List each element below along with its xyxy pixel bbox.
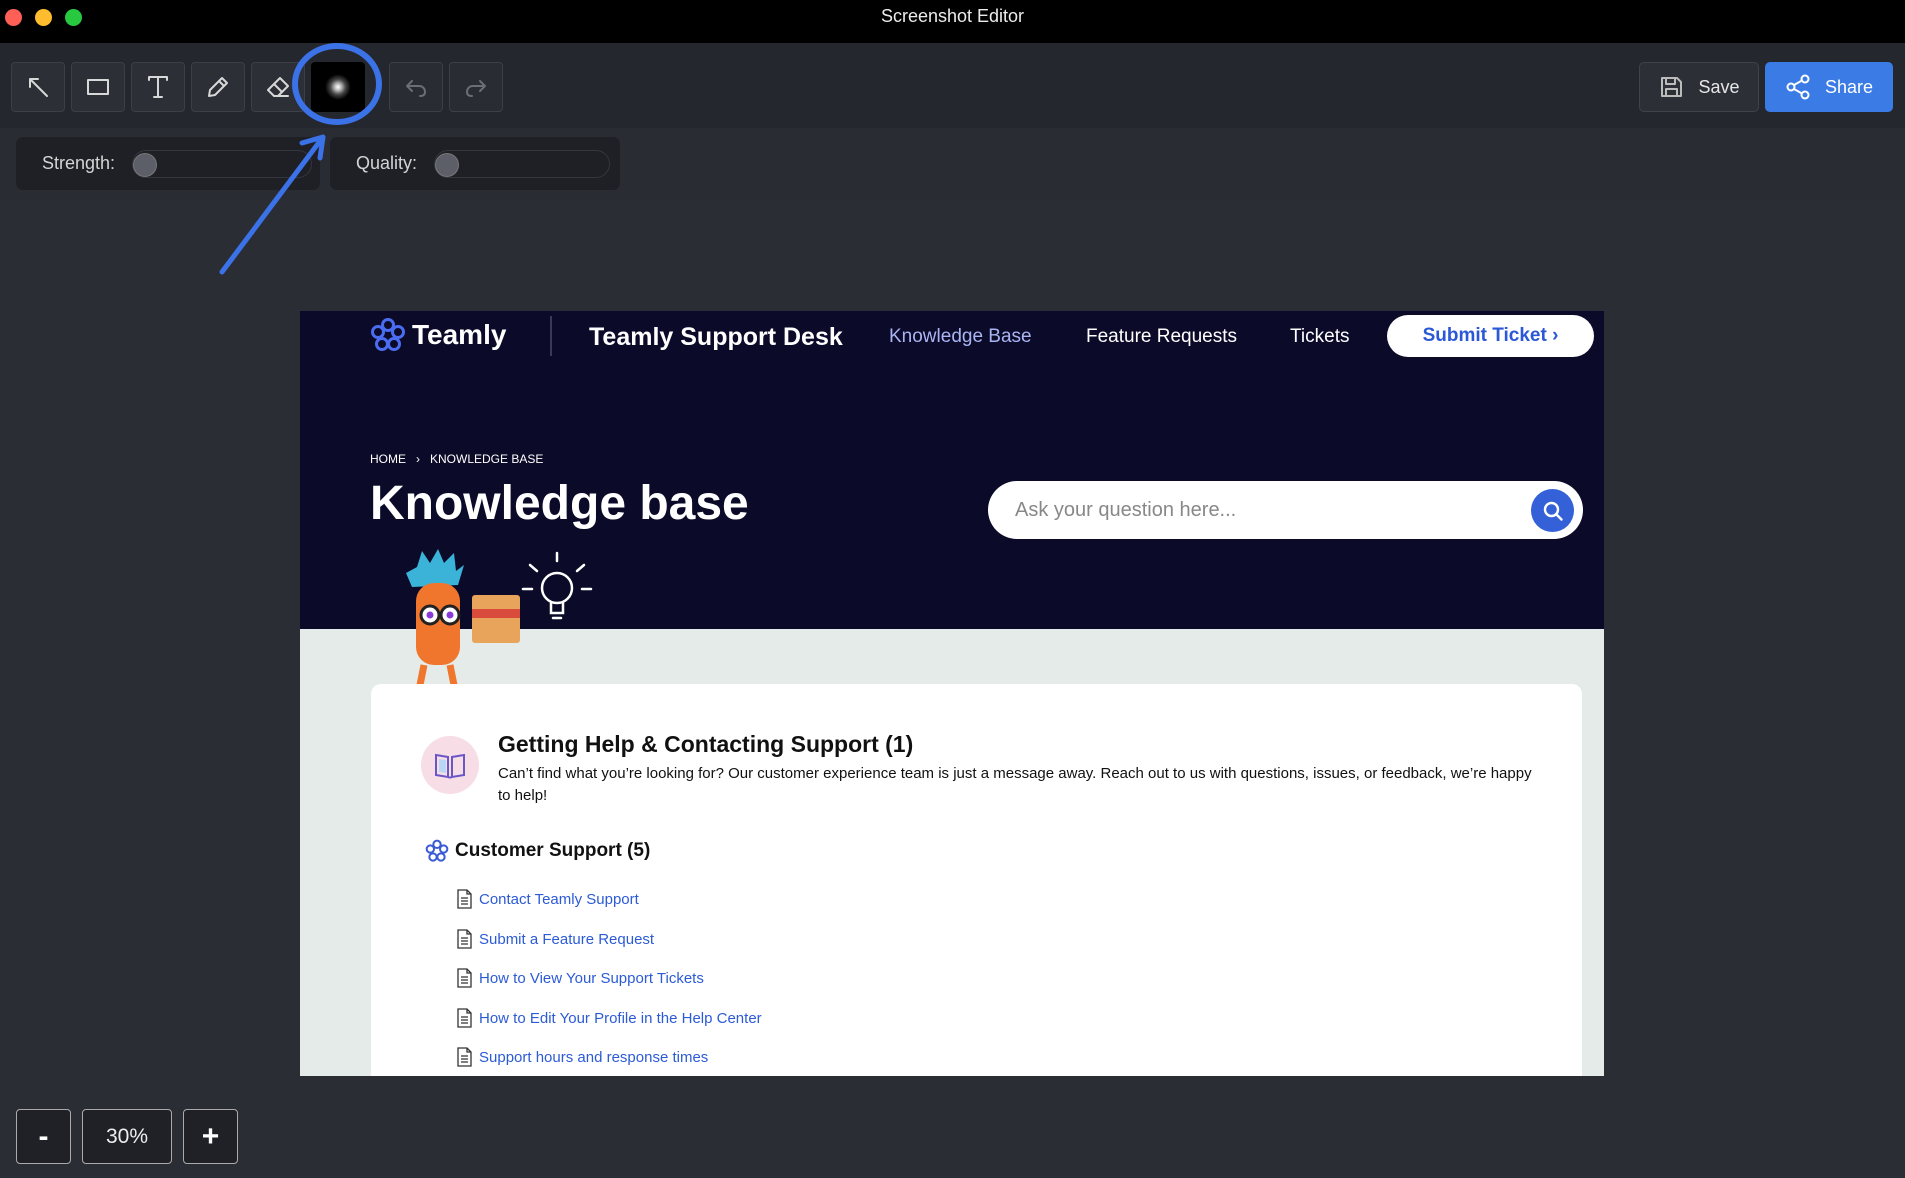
quality-slider[interactable] — [434, 150, 610, 178]
article-title: Submit a Feature Request — [479, 930, 655, 948]
eraser-icon — [267, 77, 289, 97]
breadcrumb-separator: › — [416, 452, 420, 466]
save-label: Save — [1698, 76, 1740, 97]
strength-slider[interactable] — [132, 150, 312, 178]
undo-icon — [406, 80, 426, 97]
redo-icon — [466, 80, 486, 97]
screenshot-canvas[interactable]: Teamly Teamly Support Desk Knowledge Bas… — [300, 311, 1604, 1076]
article-title: How to Edit Your Profile in the Help Cen… — [479, 1009, 762, 1027]
support-desk-title: Teamly Support Desk — [589, 323, 843, 351]
zoom-level: 30% — [82, 1109, 172, 1164]
zoom-out-button[interactable]: - — [16, 1109, 71, 1164]
share-icon — [1786, 74, 1810, 100]
article-link[interactable]: How to Edit Your Profile in the Help Cen… — [456, 1008, 762, 1028]
save-button[interactable]: Save — [1639, 62, 1759, 112]
title-bar: Screenshot Editor — [0, 0, 1905, 43]
strength-option: Strength: — [16, 137, 320, 190]
article-title: How to View Your Support Tickets — [479, 969, 704, 987]
article-link[interactable]: How to View Your Support Tickets — [456, 968, 704, 988]
subcategory-title: Customer Support (5) — [455, 840, 651, 861]
text-tool[interactable] — [131, 62, 185, 112]
document-icon — [457, 1047, 472, 1067]
flower-icon — [425, 839, 449, 862]
redo-button[interactable] — [449, 62, 503, 112]
page-heading: Knowledge base — [370, 477, 749, 530]
header-divider — [550, 316, 552, 356]
category-description: Can’t find what you’re looking for? Our … — [498, 765, 1532, 804]
search-placeholder: Ask your question here... — [1015, 499, 1237, 521]
quality-slider-knob[interactable] — [435, 153, 459, 177]
text-t-icon — [148, 76, 168, 98]
share-label: Share — [1824, 76, 1874, 97]
breadcrumb: HOME › KNOWLEDGE BASE — [370, 452, 543, 466]
logo-text: Teamly — [412, 319, 507, 350]
category-card: Getting Help & Contacting Support (1) Ca… — [371, 684, 1582, 1076]
nav-feature-requests[interactable]: Feature Requests — [1086, 326, 1237, 348]
search-input[interactable]: Ask your question here... — [988, 481, 1583, 539]
document-icon — [457, 968, 472, 988]
blur-icon — [325, 74, 351, 100]
document-icon — [457, 929, 472, 949]
submit-ticket-button[interactable]: Submit Ticket › — [1387, 315, 1594, 357]
article-link[interactable]: Contact Teamly Support — [456, 889, 639, 909]
breadcrumb-current: KNOWLEDGE BASE — [430, 452, 544, 466]
flower-logo-icon — [371, 318, 405, 351]
article-title: Contact Teamly Support — [479, 890, 639, 908]
article-link[interactable]: Submit a Feature Request — [456, 929, 654, 949]
nav-tickets[interactable]: Tickets — [1290, 326, 1349, 348]
search-button[interactable] — [1531, 489, 1574, 532]
undo-button[interactable] — [389, 62, 443, 112]
nav-knowledge-base[interactable]: Knowledge Base — [889, 326, 1032, 348]
article-title: Support hours and response times — [479, 1048, 709, 1066]
book-icon — [421, 736, 479, 794]
tool-options-bar: Strength: Quality: — [0, 128, 1905, 199]
zoom-in-button[interactable]: + — [183, 1109, 238, 1164]
quality-option: Quality: — [330, 137, 620, 190]
teamly-logo[interactable]: Teamly — [370, 317, 506, 353]
document-icon — [457, 1008, 472, 1028]
toolbar: Save Share — [0, 43, 1905, 128]
document-icon — [457, 889, 472, 909]
search-icon — [1543, 501, 1563, 521]
arrow-up-left-icon — [29, 78, 48, 97]
pencil-icon — [208, 77, 228, 97]
breadcrumb-home[interactable]: HOME — [370, 452, 406, 466]
article-link[interactable]: Support hours and response times — [456, 1047, 708, 1067]
blur-tool[interactable] — [311, 62, 365, 112]
rectangle-tool[interactable] — [71, 62, 125, 112]
strength-label: Strength: — [42, 153, 116, 173]
strength-slider-knob[interactable] — [133, 153, 157, 177]
quality-label: Quality: — [356, 153, 418, 173]
subcategory-heading[interactable]: Customer Support (5) — [425, 839, 650, 863]
share-button[interactable]: Share — [1765, 62, 1893, 112]
floppy-disk-icon — [1661, 77, 1683, 97]
rectangle-icon — [87, 79, 109, 95]
arrow-tool[interactable] — [11, 62, 65, 112]
eraser-tool[interactable] — [251, 62, 305, 112]
window-title: Screenshot Editor — [880, 6, 1025, 26]
pen-tool[interactable] — [191, 62, 245, 112]
category-title[interactable]: Getting Help & Contacting Support (1) — [498, 731, 913, 758]
